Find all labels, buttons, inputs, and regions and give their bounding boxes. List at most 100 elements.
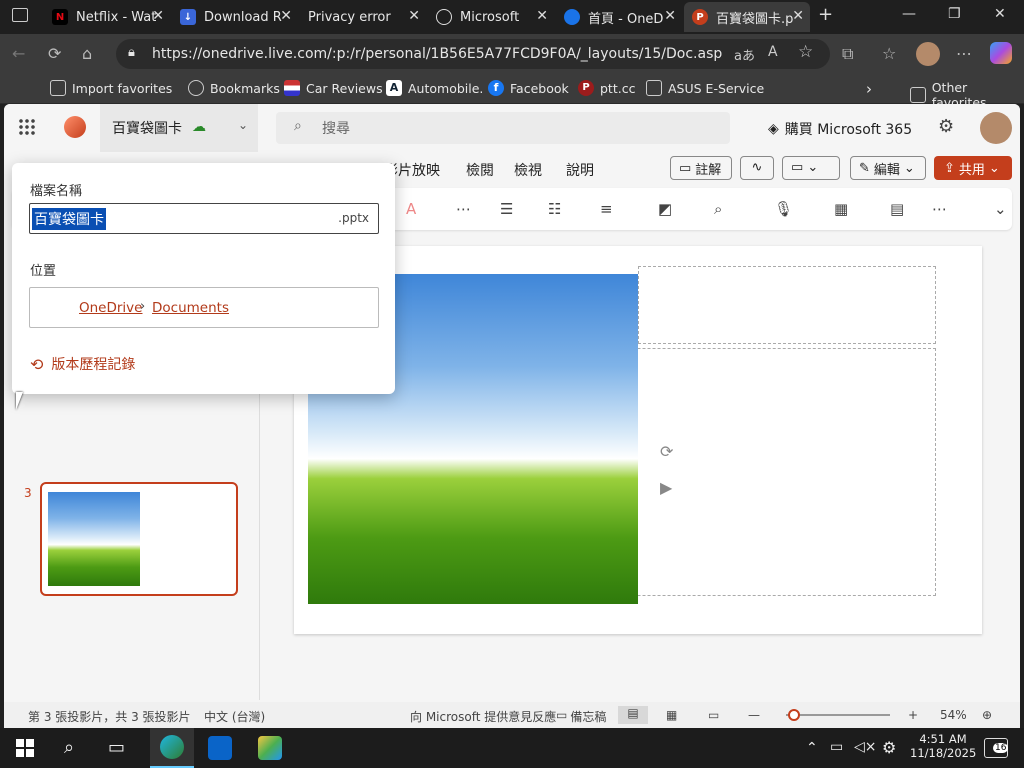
search-icon[interactable]: ⌕ bbox=[64, 737, 74, 758]
store-app-icon[interactable] bbox=[258, 736, 282, 760]
close-tab-icon[interactable]: ✕ bbox=[664, 8, 676, 24]
tab-onedrive[interactable]: 首頁 - OneD ✕ bbox=[556, 2, 682, 32]
slide-canvas: ⟳ ▶ bbox=[294, 246, 982, 634]
fav-facebook[interactable]: f Facebook bbox=[488, 80, 569, 96]
fit-slide-icon[interactable]: ⊕ bbox=[982, 708, 992, 722]
more-options-icon[interactable]: ⋯ bbox=[456, 200, 471, 218]
tab-help[interactable]: 說明 bbox=[566, 160, 594, 180]
zoom-in-icon[interactable]: + bbox=[908, 708, 918, 722]
chevron-up-icon[interactable]: ⌃ bbox=[806, 740, 818, 756]
share-button[interactable]: ⇪ 共用 ⌄ bbox=[934, 156, 1012, 180]
font-icon[interactable]: A bbox=[768, 44, 778, 60]
back-icon[interactable]: ← bbox=[12, 44, 25, 63]
folder-icon bbox=[646, 80, 662, 96]
shapes-icon[interactable]: ◩ bbox=[658, 200, 672, 218]
tab-microsoft[interactable]: Microsoft ✕ bbox=[428, 2, 554, 32]
maximize-button[interactable]: ❐ bbox=[948, 6, 961, 22]
search-box[interactable]: ⌕ 搜尋 bbox=[276, 112, 730, 144]
bullets-icon[interactable]: ☰ bbox=[500, 200, 513, 218]
more-icon[interactable]: ⋯ bbox=[956, 44, 972, 63]
close-tab-icon[interactable]: ✕ bbox=[792, 8, 804, 24]
minimize-button[interactable]: — bbox=[902, 6, 916, 22]
thumbnail-slide-3-selected[interactable] bbox=[40, 482, 238, 596]
close-tab-icon[interactable]: ✕ bbox=[536, 8, 548, 24]
align-icon[interactable]: ≡ bbox=[600, 200, 613, 218]
close-tab-icon[interactable]: ✕ bbox=[152, 8, 164, 24]
fav-asus[interactable]: ASUS E-Service bbox=[646, 80, 764, 96]
location-onedrive-link[interactable]: OneDrive bbox=[79, 300, 142, 316]
volume-muted-icon[interactable]: ◁× bbox=[854, 739, 877, 755]
find-icon[interactable]: ⌕ bbox=[714, 200, 722, 218]
notes-button[interactable]: ▭ 備忘稿 bbox=[556, 708, 606, 725]
close-window-button[interactable]: ✕ bbox=[994, 6, 1006, 22]
tab-download[interactable]: ↓ Download R ✕ bbox=[172, 2, 298, 32]
address-input[interactable]: 🔒︎ https://onedrive.live.com/:p:/r/perso… bbox=[116, 39, 830, 69]
fav-ptt[interactable]: Pptt.cc bbox=[578, 80, 635, 96]
dictate-mic-icon[interactable]: 🎙︎ bbox=[774, 200, 793, 218]
zoom-slider-thumb[interactable] bbox=[788, 709, 800, 721]
fav-label: ASUS E-Service bbox=[668, 80, 765, 96]
copilot-icon[interactable] bbox=[990, 42, 1012, 64]
add-slide-icon[interactable]: ▤ bbox=[890, 200, 904, 218]
tab-review[interactable]: 檢閱 bbox=[466, 160, 494, 180]
tab-actions-icon[interactable] bbox=[12, 8, 28, 22]
home-icon[interactable]: ⌂ bbox=[82, 44, 92, 63]
zoom-out-icon[interactable]: — bbox=[748, 708, 760, 722]
present-button[interactable]: ▭ ⌄ bbox=[782, 156, 840, 180]
catch-up-button[interactable]: ∿ bbox=[740, 156, 774, 180]
numbering-icon[interactable]: ☷ bbox=[548, 200, 561, 218]
edge-browser-icon[interactable] bbox=[150, 728, 194, 768]
buy-m365-button[interactable]: ◈ 購買 Microsoft 365 bbox=[768, 119, 912, 139]
normal-view-icon[interactable]: ▤ bbox=[618, 706, 648, 724]
reading-view-icon[interactable]: ▭ bbox=[708, 708, 719, 722]
overflow-icon[interactable]: ⋯ bbox=[932, 200, 947, 218]
collapse-ribbon-icon[interactable]: ⌄ bbox=[994, 200, 1007, 218]
filename-input[interactable]: 百寶袋圖卡 .pptx bbox=[29, 203, 379, 234]
app-launcher-icon[interactable] bbox=[18, 118, 36, 136]
notification-center-icon[interactable]: 16 bbox=[984, 738, 1009, 758]
tab-netflix[interactable]: N Netflix - Wat ✕ bbox=[44, 2, 170, 32]
favorites-icon[interactable]: ☆ bbox=[882, 44, 896, 63]
insert-video-icon[interactable]: ▶ bbox=[660, 478, 672, 497]
title-placeholder[interactable] bbox=[638, 266, 936, 344]
version-history-link[interactable]: ⟲ 版本歷程記錄 bbox=[30, 354, 135, 374]
refresh-icon[interactable]: ⟳ bbox=[48, 44, 61, 63]
feedback-link[interactable]: 向 Microsoft 提供意見反應 bbox=[410, 708, 556, 725]
location-documents-link[interactable]: Documents bbox=[152, 300, 229, 316]
fav-bookmarks[interactable]: Bookmarks bbox=[188, 80, 280, 96]
close-tab-icon[interactable]: ✕ bbox=[280, 8, 292, 24]
fav-import[interactable]: Import favorites bbox=[50, 80, 172, 96]
doc-title-button[interactable]: 百寶袋圖卡 ☁ ⌄ bbox=[100, 104, 258, 152]
close-tab-icon[interactable]: ✕ bbox=[408, 8, 420, 24]
zoom-level[interactable]: 54% bbox=[940, 708, 967, 722]
account-avatar[interactable] bbox=[980, 112, 1012, 144]
tab-privacy-error[interactable]: Privacy error ✕ bbox=[300, 2, 426, 32]
fav-car-reviews[interactable]: Car Reviews bbox=[284, 80, 383, 96]
designer-icon[interactable]: ▦ bbox=[834, 200, 848, 218]
favorite-star-icon[interactable]: ☆ bbox=[798, 42, 813, 62]
powerpoint-logo-icon[interactable] bbox=[64, 116, 86, 138]
extensions-icon[interactable]: ⧉ bbox=[842, 44, 853, 64]
comments-button[interactable]: ▭ 註解 bbox=[670, 156, 732, 180]
insert-icons-icon[interactable]: ⟳ bbox=[660, 442, 673, 461]
fav-automobile[interactable]: A Automobile. bbox=[386, 80, 483, 96]
start-windows-icon[interactable] bbox=[16, 739, 34, 757]
sorter-view-icon[interactable]: ▦ bbox=[666, 708, 677, 722]
network-icon[interactable]: ▭ bbox=[830, 739, 843, 755]
settings-gear-icon[interactable]: ⚙ bbox=[882, 738, 896, 757]
zoom-slider[interactable] bbox=[786, 709, 890, 721]
font-color-icon[interactable]: A bbox=[406, 200, 416, 218]
tab-view[interactable]: 檢視 bbox=[514, 160, 542, 180]
settings-gear-icon[interactable]: ⚙ bbox=[938, 116, 954, 137]
tab-powerpoint-active[interactable]: P 百寶袋圖卡.p ✕ bbox=[684, 2, 810, 32]
buy-label: 購買 Microsoft 365 bbox=[784, 122, 913, 138]
profile-avatar[interactable] bbox=[916, 42, 940, 66]
language-indicator[interactable]: 中文 (台灣) bbox=[204, 708, 265, 725]
favorites-more-chevron-icon[interactable]: › bbox=[866, 80, 872, 98]
edit-mode-button[interactable]: ✎ 編輯 ⌄ bbox=[850, 156, 926, 180]
outlook-icon[interactable] bbox=[208, 736, 232, 760]
clock[interactable]: 4:51 AM 11/18/2025 bbox=[910, 732, 976, 760]
task-view-icon[interactable]: ▭ bbox=[108, 737, 125, 758]
new-tab-button[interactable]: + bbox=[818, 4, 833, 25]
read-aloud-icon[interactable]: aあ bbox=[734, 45, 755, 64]
